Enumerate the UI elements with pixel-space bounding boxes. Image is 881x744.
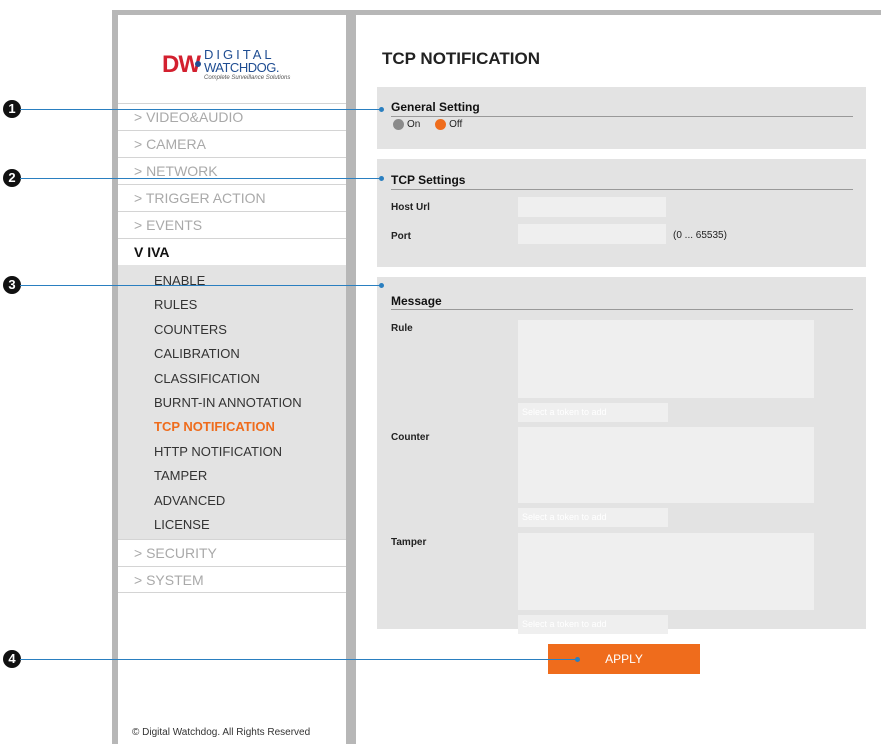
- tcp-settings-divider: [391, 189, 853, 190]
- rule-label: Rule: [391, 323, 413, 334]
- counter-label: Counter: [391, 432, 430, 443]
- tcp-settings-title: TCP Settings: [391, 173, 466, 187]
- counter-token-select[interactable]: Select a token to add: [518, 508, 668, 527]
- callout-3: 3: [3, 276, 21, 294]
- callout-1-dot: [379, 107, 384, 112]
- main-content: TCP NOTIFICATION General Setting On Off …: [356, 15, 881, 744]
- brand-logo: DW DIGITAL WATCHDOG. Complete Surveillan…: [162, 42, 302, 86]
- logo-dot-icon: [195, 61, 201, 67]
- iva-submenu: ENABLE RULES COUNTERS CALIBRATION CLASSI…: [118, 265, 346, 540]
- general-setting-panel: General Setting On Off: [377, 87, 866, 149]
- callout-3-line: [20, 285, 381, 286]
- callout-2: 2: [3, 169, 21, 187]
- submenu-item-http-notification[interactable]: HTTP NOTIFICATION: [118, 440, 346, 464]
- submenu-item-advanced[interactable]: ADVANCED: [118, 489, 346, 513]
- port-input[interactable]: [518, 224, 666, 244]
- tamper-textarea[interactable]: [518, 533, 814, 610]
- rule-token-select[interactable]: Select a token to add: [518, 403, 668, 422]
- sidebar-item-camera[interactable]: > CAMERA: [118, 130, 346, 157]
- tcp-settings-panel: TCP Settings Host Url Port (0 ... 65535): [377, 159, 866, 267]
- radio-on-label: On: [407, 119, 421, 130]
- callout-3-dot: [379, 283, 384, 288]
- port-label: Port: [391, 231, 411, 242]
- message-title: Message: [391, 294, 442, 308]
- tamper-token-select[interactable]: Select a token to add: [518, 615, 668, 634]
- submenu-item-license[interactable]: LICENSE: [118, 513, 346, 537]
- submenu-item-rules[interactable]: RULES: [118, 293, 346, 317]
- counter-textarea[interactable]: [518, 427, 814, 503]
- message-panel: Message Rule Select a token to add Count…: [377, 277, 866, 634]
- sidebar-item-video-audio[interactable]: > VIDEO&AUDIO: [118, 103, 346, 130]
- host-url-label: Host Url: [391, 202, 430, 213]
- port-range-hint: (0 ... 65535): [673, 230, 727, 241]
- sidebar-item-network[interactable]: > NETWORK: [118, 157, 346, 184]
- host-url-input[interactable]: [518, 197, 666, 217]
- frame-divider: [346, 10, 356, 744]
- sidebar: DW DIGITAL WATCHDOG. Complete Surveillan…: [118, 15, 346, 744]
- sidebar-item-events[interactable]: > EVENTS: [118, 211, 346, 238]
- callout-1: 1: [3, 100, 21, 118]
- submenu-item-classification[interactable]: CLASSIFICATION: [118, 367, 346, 391]
- general-setting-divider: [391, 116, 853, 117]
- sidebar-item-trigger-action[interactable]: > TRIGGER ACTION: [118, 184, 346, 211]
- sidebar-item-security[interactable]: > SECURITY: [118, 539, 346, 566]
- sidebar-item-system[interactable]: > SYSTEM: [118, 566, 346, 594]
- callout-2-dot: [379, 176, 384, 181]
- callout-4-dot: [575, 657, 580, 662]
- radio-on[interactable]: [393, 119, 404, 130]
- rule-textarea[interactable]: [518, 320, 814, 398]
- callout-1-line: [20, 109, 381, 110]
- submenu-item-tamper[interactable]: TAMPER: [118, 464, 346, 488]
- callout-4: 4: [3, 650, 21, 668]
- logo-tagline: Complete Surveillance Solutions: [204, 75, 291, 81]
- message-divider: [391, 309, 853, 310]
- general-setting-title: General Setting: [391, 100, 480, 114]
- radio-off[interactable]: [435, 119, 447, 130]
- logo-line-2: WATCHDOG.: [204, 60, 279, 75]
- submenu-item-tcp-notification[interactable]: TCP NOTIFICATION: [118, 415, 346, 439]
- callout-4-line: [20, 659, 577, 660]
- callout-2-line: [20, 178, 381, 179]
- on-off-radio-group: On Off: [393, 119, 474, 130]
- submenu-item-counters[interactable]: COUNTERS: [118, 318, 346, 342]
- sidebar-menu: > VIDEO&AUDIO > CAMERA > NETWORK > TRIGG…: [118, 103, 346, 594]
- submenu-item-burnt-in-annotation[interactable]: BURNT-IN ANNOTATION: [118, 391, 346, 415]
- tamper-label: Tamper: [391, 537, 427, 548]
- submenu-item-calibration[interactable]: CALIBRATION: [118, 342, 346, 366]
- copyright-text: © Digital Watchdog. All Rights Reserved: [132, 727, 311, 738]
- submenu-item-enable[interactable]: ENABLE: [118, 269, 346, 293]
- page-title: TCP NOTIFICATION: [382, 49, 541, 68]
- radio-off-label: Off: [449, 119, 463, 130]
- sidebar-item-iva[interactable]: V IVA: [118, 238, 346, 265]
